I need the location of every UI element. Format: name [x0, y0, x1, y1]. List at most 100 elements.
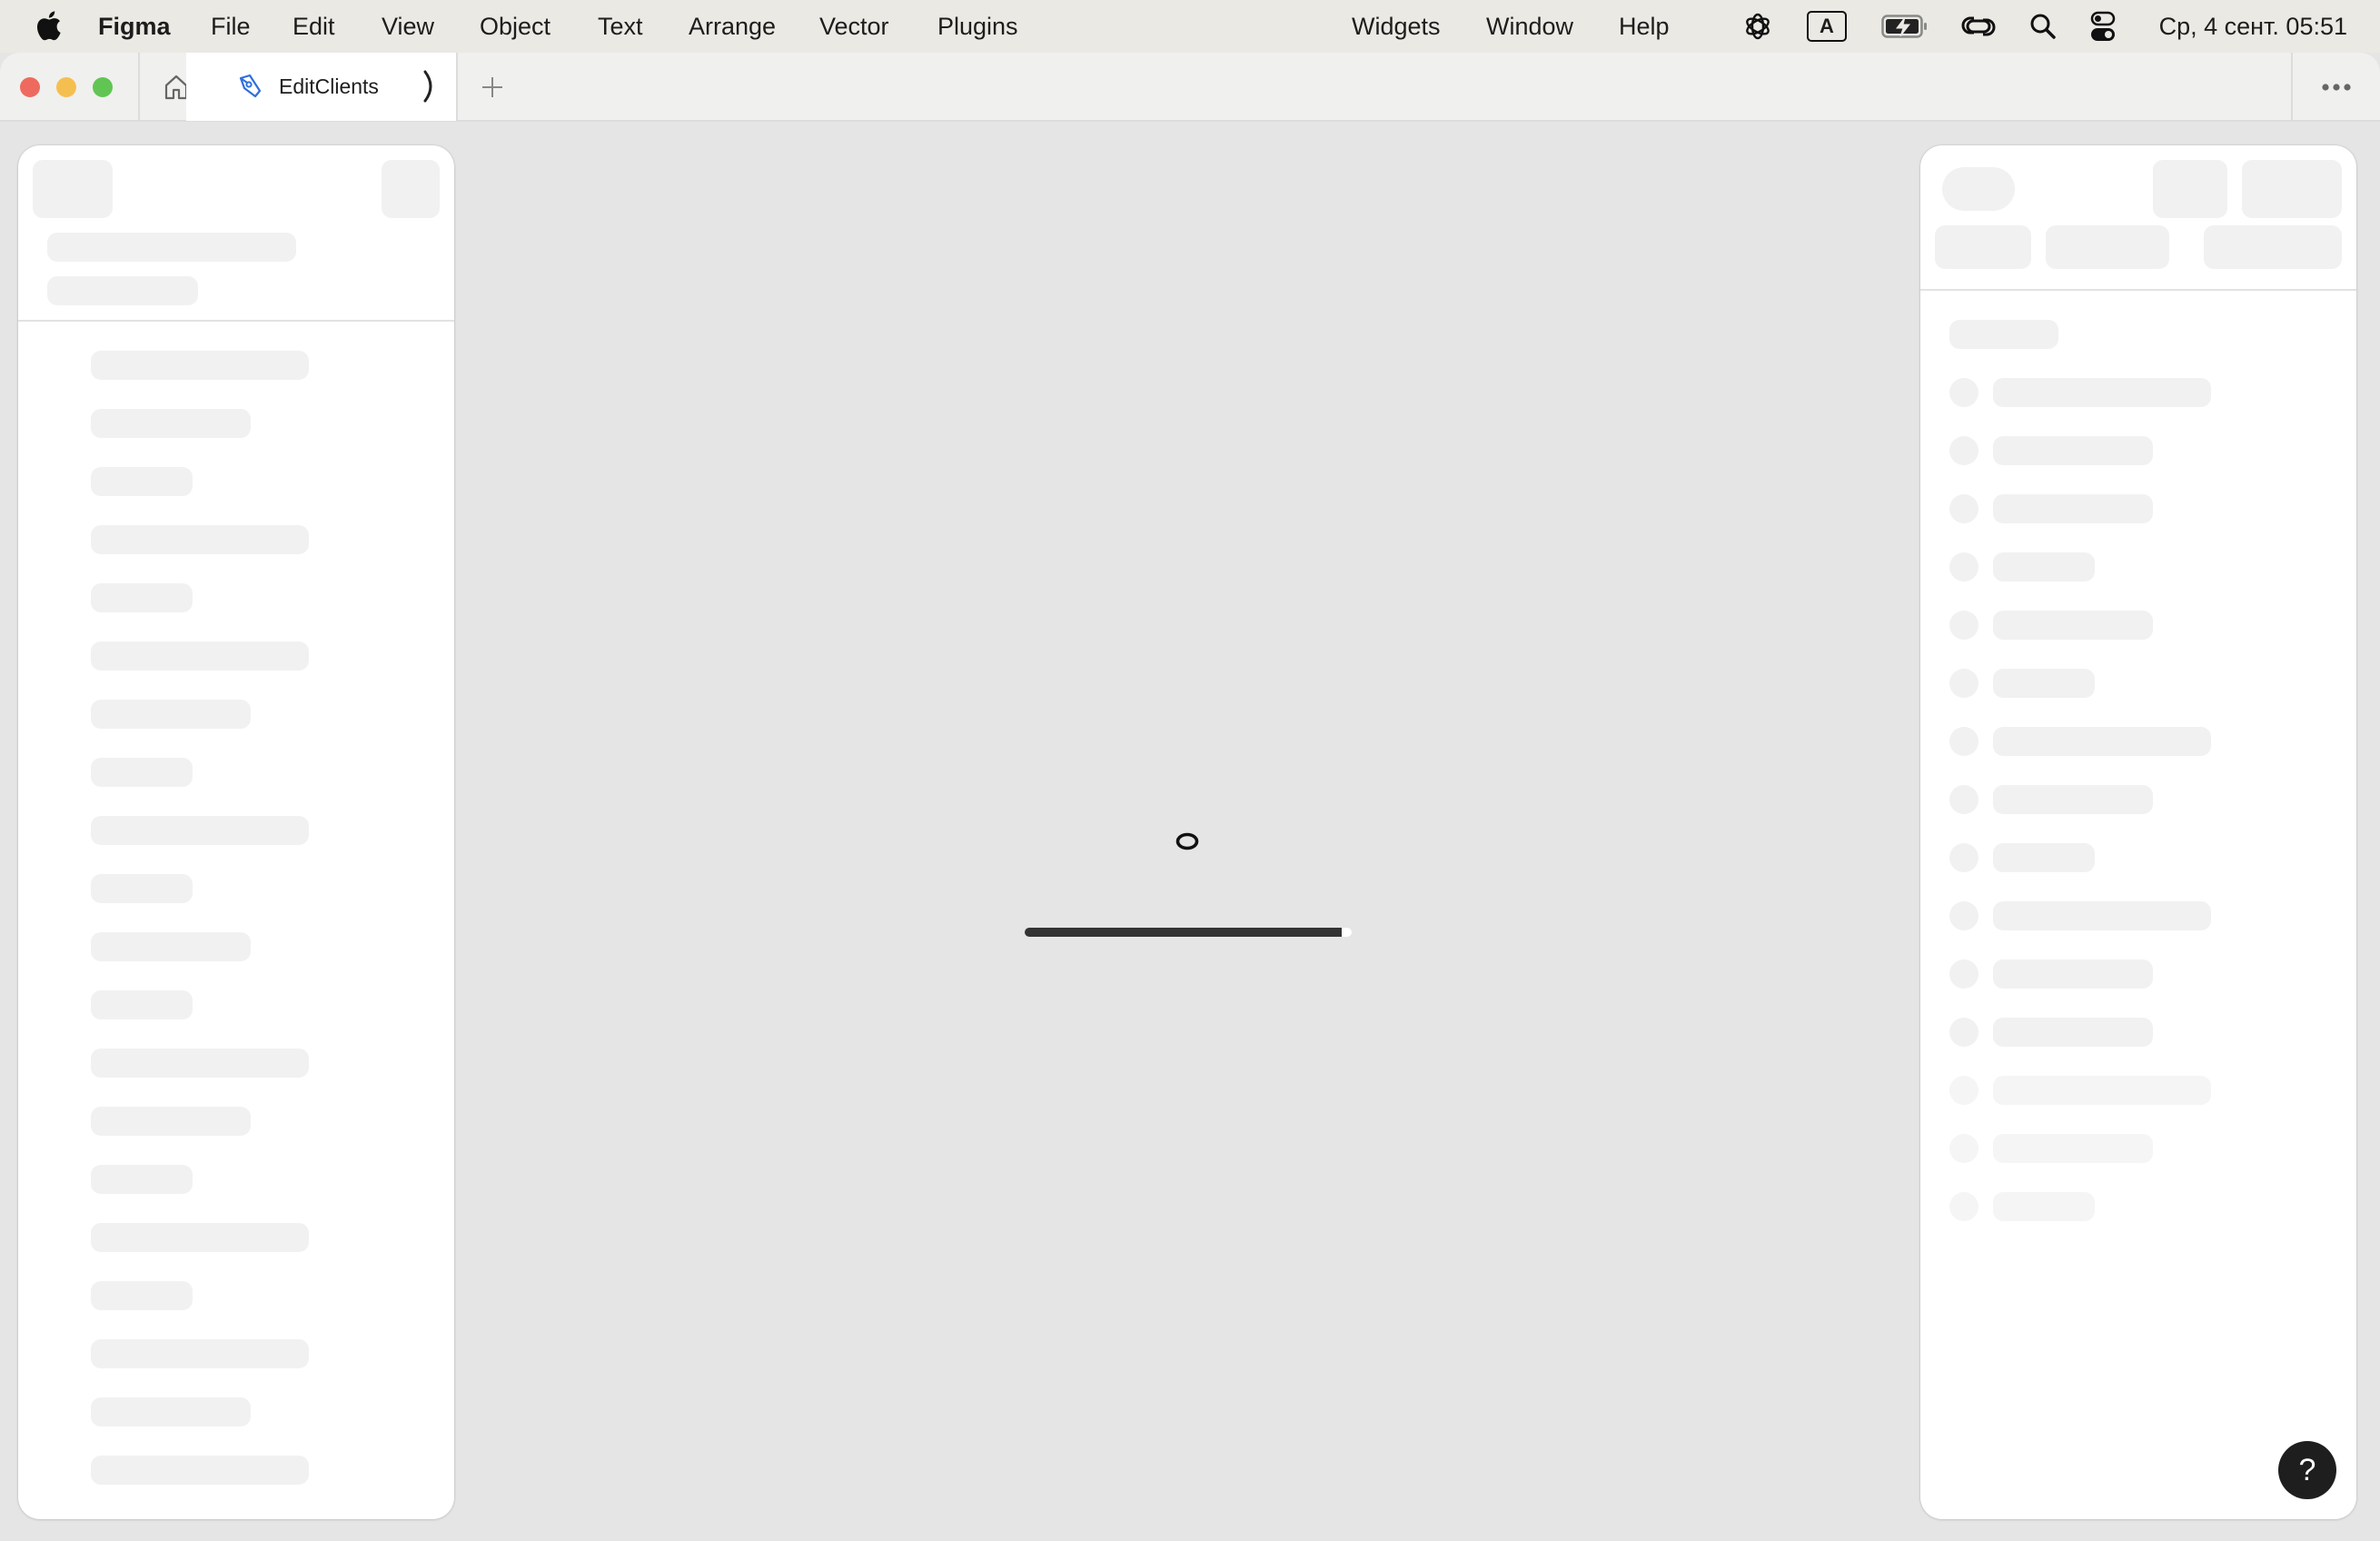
- skeleton-property-icon: [1949, 727, 1978, 756]
- loading-progress-bar: [1025, 928, 1352, 937]
- panel-divider: [18, 320, 454, 322]
- skeleton-property-row: [1993, 611, 2153, 640]
- more-options-button[interactable]: [2293, 71, 2380, 104]
- skeleton-zoom-control: [2204, 225, 2342, 269]
- skeleton-layer-row: [91, 932, 251, 961]
- skeleton-layer-row: [91, 700, 251, 729]
- skeleton-layer-row: [91, 467, 193, 496]
- tab-title: EditClients: [279, 75, 379, 98]
- battery-charging-icon[interactable]: [1880, 11, 1929, 42]
- skeleton-layer-row: [91, 1397, 251, 1427]
- menu-app-figma[interactable]: Figma: [98, 13, 171, 40]
- skeleton-property-icon: [1949, 785, 1978, 814]
- skeleton-layer-row: [91, 525, 309, 554]
- skeleton-property-row: [1993, 378, 2211, 407]
- skeleton-layer-row: [91, 1049, 309, 1078]
- skeleton-layer-row: [91, 1165, 193, 1194]
- skeleton-property-icon: [1949, 494, 1978, 523]
- menu-edit[interactable]: Edit: [293, 13, 335, 40]
- skeleton-property-row: [1993, 1134, 2153, 1163]
- skeleton-property-icon: [1949, 378, 1978, 407]
- skeleton-property-row: [1993, 901, 2211, 930]
- panel-divider: [1920, 289, 2356, 291]
- skeleton-property-icon: [1949, 552, 1978, 582]
- skeleton-property-row: [1993, 959, 2153, 989]
- tab-editclients[interactable]: EditClients: [186, 53, 456, 121]
- window-close-button[interactable]: [20, 77, 40, 97]
- menu-help[interactable]: Help: [1619, 13, 1670, 40]
- menu-window[interactable]: Window: [1486, 13, 1573, 40]
- new-tab-button[interactable]: [474, 71, 511, 104]
- macos-menu-bar: Figma File Edit View Object Text Arrange…: [0, 0, 2380, 53]
- help-button[interactable]: ?: [2278, 1441, 2336, 1499]
- skeleton-layer-row: [91, 1223, 309, 1252]
- skeleton-property-row: [1993, 669, 2095, 698]
- skeleton-layer-row: [91, 816, 309, 845]
- skeleton-property-icon: [1949, 1192, 1978, 1221]
- skeleton-section-title: [1949, 320, 2058, 349]
- skeleton-property-row: [1993, 785, 2153, 814]
- ellipsis-icon: [2322, 84, 2351, 91]
- skeleton-property-row: [1993, 727, 2211, 756]
- skeleton-tab-design: [1935, 225, 2031, 269]
- skeleton-property-row: [1993, 552, 2095, 582]
- skeleton-project-name: [47, 276, 198, 305]
- skeleton-property-icon: [1949, 1134, 1978, 1163]
- skeleton-avatar: [1942, 167, 2015, 211]
- window-minimize-button[interactable]: [56, 77, 76, 97]
- skeleton-property-row: [1993, 843, 2095, 872]
- skeleton-tab-prototype: [2046, 225, 2169, 269]
- menu-vector[interactable]: Vector: [819, 13, 889, 40]
- skeleton-property-icon: [1949, 436, 1978, 465]
- skeleton-present-button: [2242, 160, 2342, 218]
- left-panel-layers-skeleton: [18, 145, 454, 1519]
- skeleton-layer-row: [91, 758, 193, 787]
- loading-progress-fill: [1025, 928, 1343, 937]
- menu-view[interactable]: View: [382, 13, 434, 40]
- spotlight-search-icon[interactable]: [2028, 11, 2058, 42]
- menu-object[interactable]: Object: [480, 13, 550, 40]
- menu-plugins[interactable]: Plugins: [937, 13, 1018, 40]
- tab-divider: [456, 53, 458, 120]
- loading-indicator-icon: [1175, 832, 1199, 850]
- skeleton-property-icon: [1949, 901, 1978, 930]
- skeleton-layer-row: [91, 874, 193, 903]
- window-zoom-button[interactable]: [93, 77, 113, 97]
- skeleton-toggle-button: [382, 160, 440, 218]
- skeleton-layer-row: [91, 409, 251, 438]
- skeleton-property-row: [1993, 1192, 2095, 1221]
- skeleton-layer-row: [91, 990, 193, 1019]
- figma-window: EditClients ?: [0, 53, 2380, 1541]
- skeleton-layer-row: [91, 1456, 309, 1485]
- skeleton-property-icon: [1949, 1076, 1978, 1105]
- skeleton-property-row: [1993, 1018, 2153, 1047]
- menu-bar-clock[interactable]: Ср, 4 сент. 05:51: [2159, 13, 2347, 40]
- input-source-icon[interactable]: A: [1806, 11, 1848, 42]
- menu-file[interactable]: File: [211, 13, 251, 40]
- link-icon[interactable]: [1959, 11, 1998, 42]
- menu-widgets[interactable]: Widgets: [1352, 13, 1441, 40]
- loading-spinner-icon: [423, 70, 432, 103]
- apple-logo-icon[interactable]: [35, 9, 62, 42]
- tab-divider: [138, 53, 140, 120]
- skeleton-property-row: [1993, 1076, 2211, 1105]
- figma-pen-icon: [239, 74, 262, 98]
- input-source-label: A: [1807, 11, 1847, 42]
- skeleton-property-icon: [1949, 1018, 1978, 1047]
- skeleton-share-button: [2153, 160, 2227, 218]
- control-center-icon[interactable]: [2087, 11, 2118, 42]
- skeleton-layer-row: [91, 1339, 309, 1368]
- skeleton-logo: [33, 160, 113, 218]
- skeleton-property-row: [1993, 494, 2153, 523]
- skeleton-property-icon: [1949, 959, 1978, 989]
- skeleton-layer-row: [91, 351, 309, 380]
- skeleton-layer-row: [91, 1107, 251, 1136]
- skeleton-layer-row: [91, 641, 309, 671]
- plus-icon: [482, 77, 502, 97]
- menu-arrange[interactable]: Arrange: [689, 13, 776, 40]
- chatgpt-icon[interactable]: [1742, 11, 1773, 42]
- menu-text[interactable]: Text: [598, 13, 643, 40]
- skeleton-file-name: [47, 233, 296, 262]
- skeleton-property-icon: [1949, 669, 1978, 698]
- right-panel-properties-skeleton: ?: [1920, 145, 2356, 1519]
